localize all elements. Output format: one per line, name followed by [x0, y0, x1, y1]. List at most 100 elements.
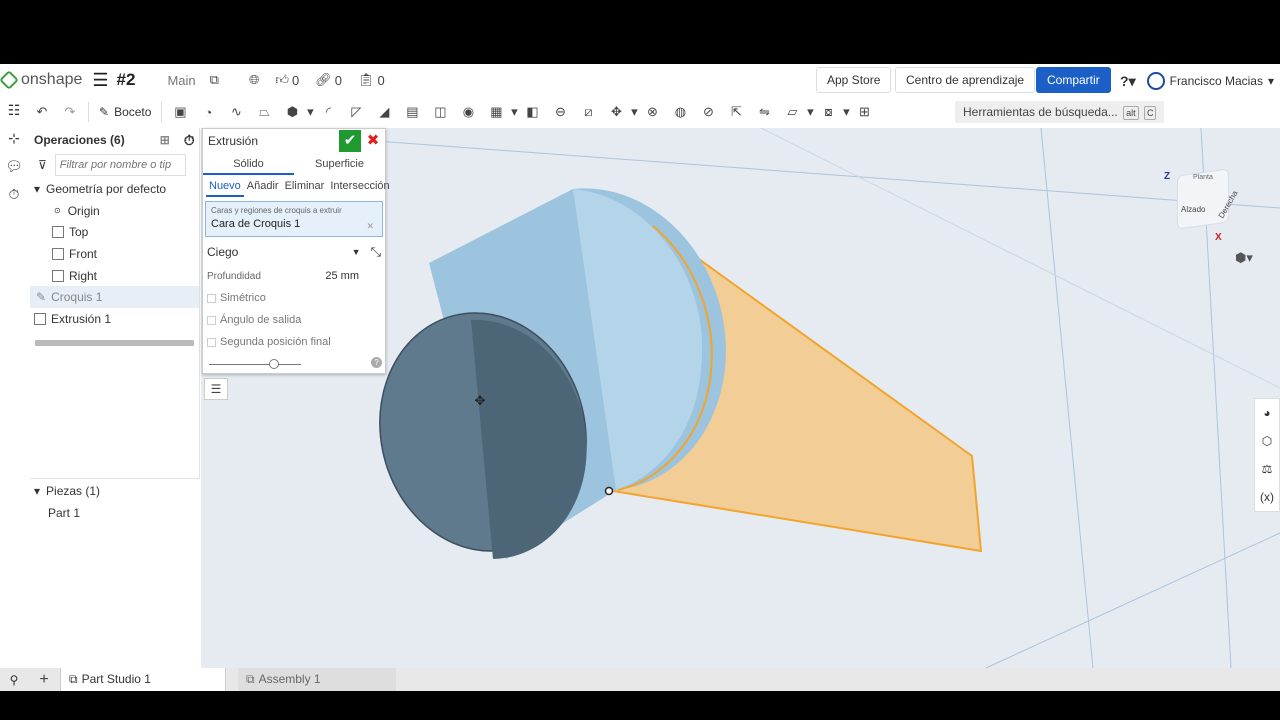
add-folder-icon[interactable]: ⊞ [160, 133, 170, 147]
view-top-label[interactable]: Planta [1193, 174, 1213, 181]
links[interactable]: 🔗︎ 0 [315, 72, 342, 88]
transform-icon[interactable]: ✥ [606, 102, 626, 122]
shell-icon[interactable]: ◫ [430, 102, 450, 122]
tab-remove[interactable]: Eliminar [282, 175, 328, 197]
preview-slider[interactable]: ? [203, 353, 385, 373]
tree-item-origin[interactable]: ⊙ Origin [30, 200, 199, 222]
comment-icon[interactable]: 💬︎ [0, 152, 28, 180]
search-tools-button[interactable]: Herramientas de búsqueda... alt C [955, 101, 1165, 123]
chamfer-icon[interactable]: ◸ [346, 102, 366, 122]
replace-face-icon[interactable]: ⇋ [754, 102, 774, 122]
chevron-down-icon[interactable]: ▾ [630, 102, 638, 122]
insert-icon[interactable]: ⊹ [0, 124, 28, 152]
redo-icon[interactable]: ↷ [60, 102, 80, 122]
tree-item-right[interactable]: Right [30, 265, 199, 287]
rollback-icon[interactable]: ⏱︎ [184, 132, 195, 149]
plane-icon[interactable]: ▱ [782, 102, 802, 122]
horizontal-scrollbar[interactable] [35, 339, 194, 346]
tree-item-sketch[interactable]: ✎ Croquis 1 [30, 286, 199, 309]
faces-selection-field[interactable]: Caras y regiones de croquis a extruir Ca… [205, 201, 383, 237]
hole-icon[interactable]: ◉ [458, 102, 478, 122]
tab-intersect[interactable]: Intersección [327, 175, 392, 197]
tab-surface[interactable]: Superficie [294, 153, 385, 175]
likes[interactable]: 👍︎ 0 [275, 72, 299, 88]
menu-icon[interactable]: ☰ [92, 70, 108, 91]
tab-part-studio[interactable]: ⧉ Part Studio 1 [60, 668, 226, 691]
rib-icon[interactable]: ▤ [402, 102, 422, 122]
end-type-select[interactable]: Ciego ▼ ⤡ [203, 239, 385, 265]
feature-list-icon[interactable]: ☷ [0, 96, 28, 124]
globe-icon[interactable]: 🌐︎ [249, 72, 259, 88]
draft-icon[interactable]: ◢ [374, 102, 394, 122]
origin-point[interactable] [604, 486, 614, 496]
chevron-down-icon[interactable]: ▾ [806, 102, 814, 122]
tree-item-top[interactable]: Top [30, 221, 199, 243]
feature-list-toggle-icon[interactable]: ☰ [204, 378, 228, 400]
tree-item-extrude[interactable]: Extrusión 1 [30, 308, 199, 330]
help-icon[interactable]: ?▾ [1120, 73, 1136, 90]
revolve-icon[interactable]: ◔ [198, 102, 218, 122]
share-button[interactable]: Compartir [1036, 67, 1111, 93]
mirror-icon[interactable]: ◧ [522, 102, 542, 122]
help-icon[interactable]: ? [371, 357, 382, 368]
loft-icon[interactable]: ⏢ [254, 102, 274, 122]
tab-new[interactable]: Nuevo [206, 175, 244, 197]
mass-properties-icon[interactable]: ⚖︎ [1255, 455, 1279, 483]
delete-part-icon[interactable]: ⊗ [642, 102, 662, 122]
add-custom-feature-icon[interactable]: ⊞ [854, 102, 874, 122]
sketch-button[interactable]: ✎ Boceto [93, 105, 157, 119]
symmetric-checkbox[interactable] [207, 293, 216, 303]
mate-connector-icon[interactable]: ⧇ [818, 102, 838, 122]
chevron-down-icon[interactable]: ▾ [510, 102, 518, 122]
chevron-down-icon[interactable]: ▾ [306, 102, 314, 122]
tree-item-front[interactable]: Front [30, 243, 199, 265]
tab-assembly[interactable]: ⧉ Assembly 1 [238, 668, 396, 691]
move-face-icon[interactable]: ⇱ [726, 102, 746, 122]
history-icon[interactable]: ⏱︎ [0, 180, 28, 208]
tab-solid[interactable]: Sólido [203, 153, 294, 175]
sweep-icon[interactable]: ∿ [226, 102, 246, 122]
view-front-label[interactable]: Alzado [1181, 205, 1205, 214]
variables-icon[interactable]: (x) [1255, 483, 1279, 511]
confirm-check-icon[interactable]: ✔ [339, 130, 361, 152]
view-mode-icon[interactable]: ⬢▾ [1235, 250, 1253, 266]
cancel-x-icon[interactable]: ✖ [365, 130, 381, 152]
flip-direction-icon[interactable]: ⤡ [371, 244, 381, 260]
depth-input[interactable]: 25 mm [325, 270, 359, 282]
symmetric-row[interactable]: Simétrico [203, 287, 385, 309]
tab-add[interactable]: Añadir [244, 175, 282, 197]
second-end-checkbox[interactable] [207, 337, 216, 347]
chevron-down-icon[interactable]: ▾ [842, 102, 850, 122]
copies[interactable]: 📋︎ 0 [358, 72, 385, 88]
draft-row[interactable]: Ángulo de salida [203, 309, 385, 331]
parts-icon[interactable]: ⬡ [1255, 427, 1279, 455]
onshape-logo[interactable]: onshape [0, 70, 82, 90]
modify-fillet-icon[interactable]: ◍ [670, 102, 690, 122]
add-tab-icon[interactable]: + [28, 671, 60, 689]
delete-face-icon[interactable]: ⊘ [698, 102, 718, 122]
app-store-button[interactable]: App Store [816, 67, 892, 93]
undo-icon[interactable]: ↶ [32, 102, 52, 122]
version-graph-icon[interactable]: ⚲ [0, 673, 28, 687]
branch-name[interactable]: Main [167, 73, 195, 88]
user-menu[interactable]: ?▾ Francisco Macias ▾ [1120, 72, 1274, 90]
default-geometry-group[interactable]: ▾ Geometría por defecto [30, 178, 199, 200]
fillet-icon[interactable]: ◜ [318, 102, 338, 122]
boolean-icon[interactable]: ⊖ [550, 102, 570, 122]
second-end-row[interactable]: Segunda posición final [203, 331, 385, 353]
parts-header[interactable]: ▾ Piezas (1) [30, 480, 200, 502]
part-item[interactable]: Part 1 [30, 502, 200, 524]
split-icon[interactable]: ⧄ [578, 102, 598, 122]
pattern-icon[interactable]: ▦ [486, 102, 506, 122]
versions-icon[interactable]: ⧉ [210, 72, 219, 88]
clear-selection-icon[interactable]: ✕ [366, 221, 374, 232]
learning-center-button[interactable]: Centro de aprendizaje [895, 67, 1036, 93]
filter-input[interactable] [54, 154, 186, 176]
document-name[interactable]: #2 [117, 70, 136, 90]
draft-checkbox[interactable] [207, 315, 216, 325]
appearance-icon[interactable]: ◕ [1255, 399, 1279, 427]
slider-thumb[interactable] [269, 359, 279, 369]
extrude-icon[interactable]: ▣ [170, 102, 190, 122]
thicken-icon[interactable]: ⬢ [282, 102, 302, 122]
view-cube[interactable]: Planta Alzado Derecha Z X [1153, 152, 1253, 243]
